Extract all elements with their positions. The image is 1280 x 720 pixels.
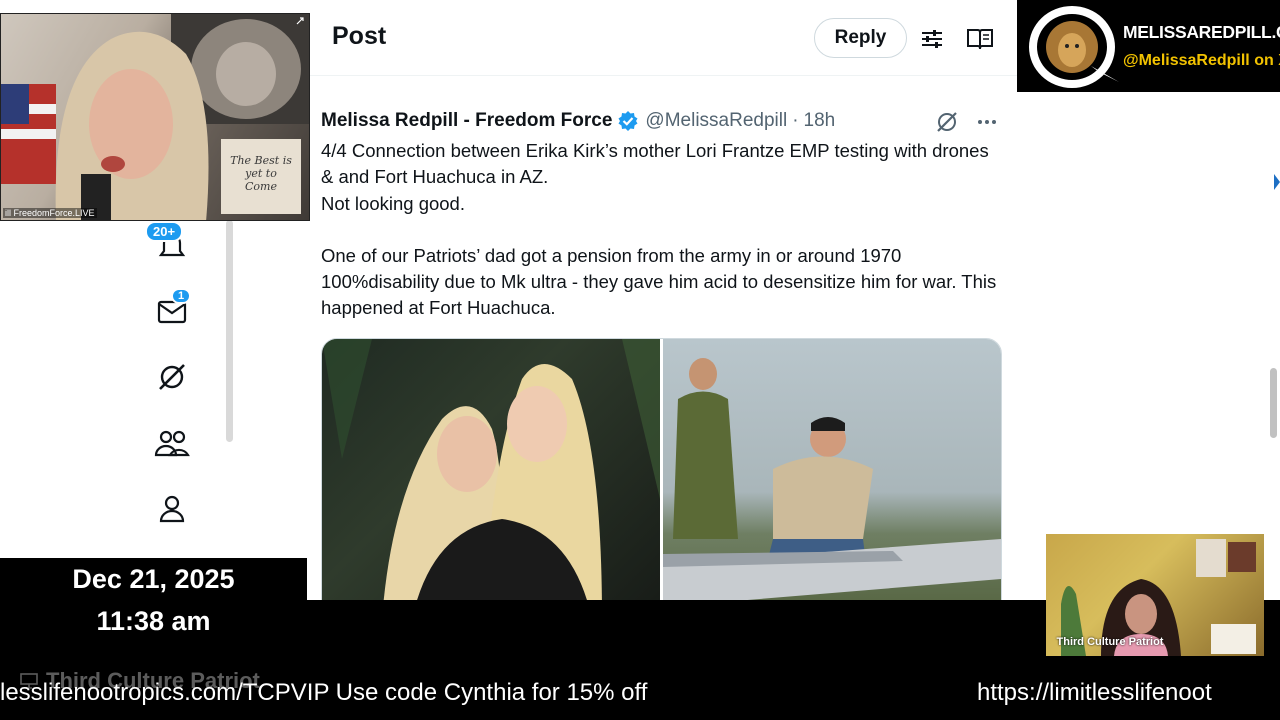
right-panel	[1017, 92, 1280, 600]
handle-separator: ·	[792, 110, 799, 131]
promo-ticker: lesslifenootropics.com/TCPVIP Use code C…	[0, 676, 1280, 716]
sidebar-scrollbar[interactable]	[226, 220, 233, 442]
tweet-line: 4/4 Connection between Erika Kirk’s moth…	[321, 140, 989, 188]
sign-text: The Best is yet to Come	[230, 154, 292, 193]
time-text: 11:38 am	[96, 606, 211, 636]
ticker-text-right: https://limitlesslifenoot	[977, 679, 1212, 706]
tweet-text: 4/4 Connection between Erika Kirk’s moth…	[321, 138, 1001, 322]
more-options-icon[interactable]	[975, 110, 999, 134]
expand-icon[interactable]	[295, 16, 305, 26]
tweet: Melissa Redpill - Freedom Force @Melissa…	[310, 76, 1017, 600]
adjust-settings-icon[interactable]	[919, 26, 945, 52]
webcam-guest-overlay: Third Culture Patriot	[1046, 534, 1264, 656]
tweet-timestamp[interactable]: 18h	[804, 110, 836, 132]
tweet-media[interactable]	[321, 338, 1002, 600]
brand-handle: @MelissaRedpill on X	[1123, 52, 1280, 69]
communities-icon[interactable]	[154, 425, 190, 461]
ticker-text-left: lesslifenootropics.com/TCPVIP Use code C…	[0, 679, 648, 706]
brand-url: MELISSAREDPILL.COM	[1123, 22, 1280, 42]
cursor-icon	[1274, 174, 1280, 190]
brand-overlay: MELISSAREDPILL.COM @MelissaRedpill on X	[1017, 0, 1280, 92]
media-photo-two-women[interactable]	[322, 339, 660, 600]
page-title: Post	[332, 22, 387, 50]
media-photo-drone-soldiers[interactable]	[663, 339, 1001, 600]
datetime-overlay: Dec 21, 2025 11:38 am	[0, 558, 307, 658]
tweet-line-gap	[321, 217, 1001, 243]
brand-q-tail	[1091, 66, 1119, 82]
author-name[interactable]: Melissa Redpill - Freedom Force	[321, 110, 612, 132]
messages-badge: 1	[171, 288, 192, 304]
grok-icon[interactable]	[154, 359, 190, 395]
verified-badge-icon	[618, 111, 638, 131]
reader-mode-icon[interactable]	[966, 26, 993, 52]
date-text: Dec 21, 2025	[72, 564, 235, 594]
page-scrollbar[interactable]	[1270, 368, 1277, 438]
webcam-host-overlay: The Best is yet to Come ill FreedomForce…	[0, 13, 310, 221]
tweet-actions	[935, 110, 999, 134]
guest-cam-label: Third Culture Patriot	[1056, 636, 1164, 648]
tweet-line: Not looking good.	[321, 192, 465, 214]
notifications-badge: 20+	[145, 221, 184, 242]
profile-icon[interactable]	[154, 491, 190, 527]
author-handle[interactable]: @MelissaRedpill	[645, 110, 787, 132]
reply-button[interactable]: Reply	[814, 18, 907, 58]
tweet-line: One of our Patriots’ dad got a pension f…	[321, 244, 997, 319]
webcam-label: ill FreedomForce.LIVE	[3, 208, 97, 218]
grok-icon[interactable]	[935, 110, 959, 134]
tweet-author-line: Melissa Redpill - Freedom Force @Melissa…	[321, 110, 835, 132]
post-header: Post Reply	[310, 0, 1017, 76]
